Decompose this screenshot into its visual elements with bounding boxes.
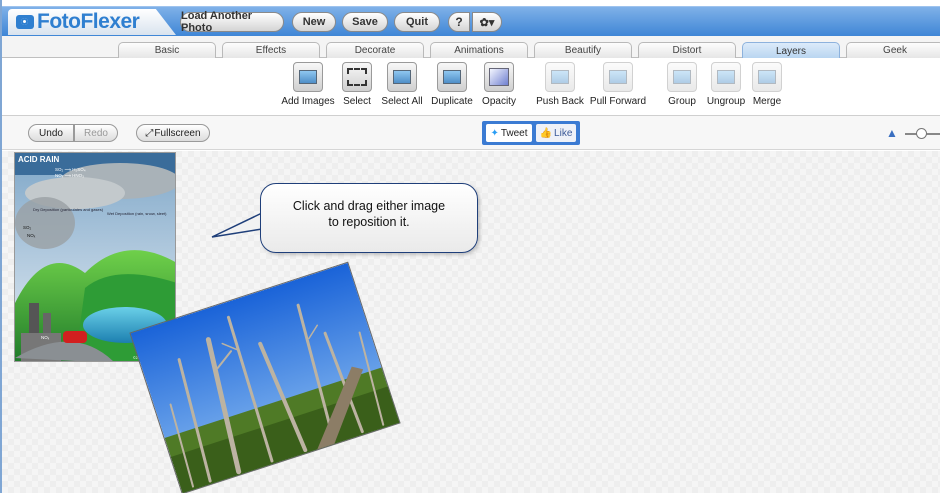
opacity-icon — [484, 62, 514, 92]
merge-label: Merge — [752, 96, 782, 107]
tweet-button[interactable]: ✦ Tweet — [486, 124, 532, 142]
acid-rain-title: ACID RAIN — [18, 155, 60, 164]
tab-effects[interactable]: Effects — [222, 42, 320, 58]
nox-label: NOₓ ⟶ HNO₃ — [55, 173, 84, 178]
tab-decorate[interactable]: Decorate — [326, 42, 424, 58]
select-all-icon — [387, 62, 417, 92]
wet-deposition-label: Wet Deposition (rain, snow, sleet) — [107, 211, 167, 216]
ungroup-button[interactable]: Ungroup — [704, 62, 748, 107]
group-button[interactable]: Group — [664, 62, 700, 107]
action-bar: Undo Redo ⤢ Fullscreen ✦ Tweet 👍 Like ▲ — [2, 116, 940, 150]
ungroup-icon — [711, 62, 741, 92]
select-icon — [342, 62, 372, 92]
fullscreen-icon: ⤢ — [145, 127, 154, 139]
ungroup-label: Ungroup — [706, 96, 746, 107]
nox-left-label: NOₓ — [27, 233, 36, 238]
group-label: Group — [668, 96, 696, 107]
fotoflexer-logo[interactable]: FotoFlexer — [8, 9, 176, 35]
fotoflexer-app: FotoFlexer Load Another Photo New Save Q… — [0, 0, 940, 493]
duplicate-button[interactable]: Duplicate — [428, 62, 476, 107]
select-all-button[interactable]: Select All — [378, 62, 426, 107]
like-button[interactable]: 👍 Like — [536, 124, 576, 142]
zoom-slider-handle[interactable] — [916, 128, 927, 139]
zoom-mountain-icon: ▲ — [886, 126, 898, 140]
select-label: Select — [343, 96, 371, 107]
push-back-icon — [545, 62, 575, 92]
quit-button[interactable]: Quit — [394, 12, 440, 32]
instruction-callout: Click and drag either image to repositio… — [260, 183, 478, 253]
new-button[interactable]: New — [292, 12, 336, 32]
header-bar: FotoFlexer Load Another Photo New Save Q… — [2, 6, 940, 36]
logo-text: FotoFlexer — [37, 10, 140, 33]
push-back-button[interactable]: Push Back — [534, 62, 586, 107]
fullscreen-label: Fullscreen — [154, 127, 201, 139]
so2-left-label: SO₂ — [23, 225, 32, 230]
category-tabs: Basic Effects Decorate Animations Beauti… — [2, 36, 940, 59]
select-button[interactable]: Select — [338, 62, 376, 107]
tab-beautify[interactable]: Beautify — [534, 42, 632, 58]
pull-forward-icon — [603, 62, 633, 92]
add-images-label: Add Images — [281, 96, 335, 107]
redo-button[interactable]: Redo — [74, 124, 118, 142]
layers-toolbar: Add Images Select Select All Duplicate O… — [2, 58, 940, 116]
group-icon — [667, 62, 697, 92]
add-images-button[interactable]: Add Images — [280, 62, 336, 107]
save-button[interactable]: Save — [342, 12, 388, 32]
so2-label: SO₂ ⟶ H₂SO₄ — [55, 167, 86, 172]
push-back-label: Push Back — [536, 96, 584, 107]
add-images-icon — [293, 62, 323, 92]
thumbs-up-icon: 👍 — [539, 127, 553, 139]
callout-line-1: Click and drag either image — [292, 199, 446, 213]
load-another-photo-button[interactable]: Load Another Photo — [180, 10, 284, 34]
tweet-label: Tweet — [500, 127, 528, 139]
duplicate-icon — [437, 62, 467, 92]
opacity-button[interactable]: Opacity — [478, 62, 520, 107]
tab-distort[interactable]: Distort — [638, 42, 736, 58]
fullscreen-button[interactable]: ⤢ Fullscreen — [136, 124, 210, 142]
help-icon[interactable]: ? — [448, 12, 470, 32]
tab-layers[interactable]: Layers — [742, 42, 840, 59]
settings-gear-icon[interactable]: ✿▾ — [472, 12, 502, 32]
nox-bottom-label: NOₓ — [41, 335, 50, 340]
tab-basic[interactable]: Basic — [118, 42, 216, 58]
select-all-label: Select All — [381, 96, 423, 107]
social-share-box: ✦ Tweet 👍 Like — [482, 121, 580, 145]
camera-icon — [16, 15, 34, 29]
undo-button[interactable]: Undo — [28, 124, 74, 142]
tab-geek[interactable]: Geek — [846, 42, 940, 58]
callout-line-2: to reposition it. — [328, 215, 410, 229]
like-label: Like — [554, 127, 573, 139]
dry-deposition-label: Dry Deposition (particulates and gases) — [33, 207, 104, 212]
twitter-bird-icon: ✦ — [490, 127, 499, 139]
pull-forward-label: Pull Forward — [589, 96, 647, 107]
merge-icon — [752, 62, 782, 92]
pull-forward-button[interactable]: Pull Forward — [588, 62, 648, 107]
duplicate-label: Duplicate — [431, 96, 473, 107]
opacity-label: Opacity — [482, 96, 516, 107]
editing-canvas[interactable]: ACID RAIN SO₂ ⟶ H₂SO₄ NOₓ ⟶ HNO₃ Dry Dep… — [2, 151, 940, 493]
merge-button[interactable]: Merge — [750, 62, 784, 107]
tab-animations[interactable]: Animations — [430, 42, 528, 58]
